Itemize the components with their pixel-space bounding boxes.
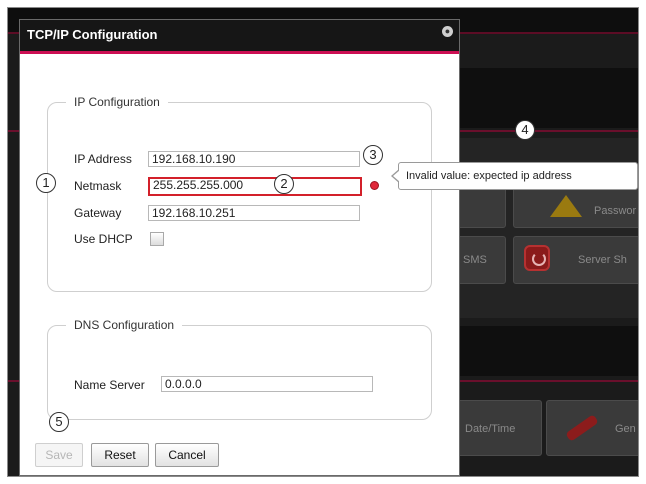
tooltip-arrow-fill — [393, 170, 400, 182]
warning-icon — [550, 195, 582, 217]
close-icon[interactable]: ● — [442, 26, 453, 37]
save-button[interactable]: Save — [35, 443, 83, 467]
name-server-input[interactable]: 0.0.0.0 — [161, 376, 373, 392]
netmask-label: Netmask — [74, 179, 122, 193]
use-dhcp-label: Use DHCP — [74, 232, 133, 246]
ip-configuration-legend: IP Configuration — [66, 95, 168, 109]
callout-1: 1 — [36, 173, 56, 193]
cancel-button[interactable]: Cancel — [155, 443, 219, 467]
dialog-title: TCP/IP Configuration — [27, 27, 158, 42]
use-dhcp-checkbox[interactable] — [150, 232, 164, 246]
dns-configuration-legend: DNS Configuration — [66, 318, 183, 332]
name-server-label: Name Server — [74, 378, 145, 392]
background-strip — [456, 68, 638, 128]
background-tile-sms: SMS — [456, 236, 506, 284]
background-strip — [456, 326, 638, 376]
ip-configuration-fieldset — [47, 102, 432, 292]
background-tile-label: Date/Time — [465, 423, 516, 435]
dialog-title-bar: TCP/IP Configuration ● — [20, 20, 459, 54]
callout-2: 2 — [274, 174, 294, 194]
gateway-input[interactable]: 192.168.10.251 — [148, 205, 360, 221]
background-tile-label: Server Sh — [578, 254, 627, 266]
dns-configuration-fieldset — [47, 325, 432, 420]
background-tile-label: Passwor — [594, 205, 637, 217]
tooltip-text: Invalid value: expected ip address — [406, 170, 572, 182]
background-tile-label: SMS — [463, 254, 487, 266]
callout-3: 3 — [363, 145, 383, 165]
callout-4: 4 — [515, 120, 535, 140]
gateway-label: Gateway — [74, 206, 122, 220]
wrench-icon — [565, 414, 599, 442]
power-icon — [524, 245, 550, 271]
background-tile-general: Gen — [546, 400, 638, 456]
background-tile-date: Date/Time — [456, 400, 542, 456]
ip-address-input[interactable]: 192.168.10.190 — [148, 151, 360, 167]
background-tile-server: Server Sh — [513, 236, 638, 284]
error-icon — [370, 181, 379, 190]
validation-tooltip: Invalid value: expected ip address — [398, 162, 638, 190]
background-tile-label: Gen — [615, 423, 636, 435]
tcpip-dialog: TCP/IP Configuration ● IP Configuration … — [19, 19, 460, 476]
reset-button[interactable]: Reset — [91, 443, 149, 467]
netmask-input[interactable]: 255.255.255.000 — [148, 177, 362, 196]
ip-address-label: IP Address — [74, 152, 132, 166]
callout-5: 5 — [49, 412, 69, 432]
